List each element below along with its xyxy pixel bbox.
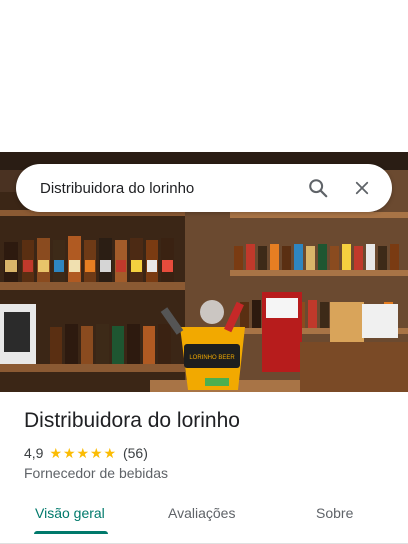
star-icon: ★ xyxy=(76,445,90,461)
search-icon[interactable] xyxy=(296,164,340,212)
tab-overview[interactable]: Visão geral xyxy=(35,505,105,521)
star-icon: ★ xyxy=(49,445,63,461)
bucket-label: LORINHO BEER xyxy=(189,355,235,361)
search-bar[interactable]: Distribuidora do lorinho xyxy=(16,164,392,212)
place-title: Distribuidora do lorinho xyxy=(24,409,240,432)
place-tabs: Visão geral Avaliações Sobre xyxy=(0,502,408,544)
rating-stars: ★ ★ ★ ★ ★ xyxy=(49,446,117,460)
star-icon: ★ xyxy=(62,445,76,461)
search-input[interactable]: Distribuidora do lorinho xyxy=(16,180,296,197)
active-tab-indicator xyxy=(34,531,108,534)
tab-reviews[interactable]: Avaliações xyxy=(168,505,235,521)
map-area-blank xyxy=(0,0,408,152)
star-icon: ★ xyxy=(89,445,103,461)
star-icon: ★ xyxy=(103,445,117,461)
rating-row[interactable]: 4,9 ★ ★ ★ ★ ★ (56) xyxy=(24,445,148,461)
place-category: Fornecedor de bebidas xyxy=(24,465,168,481)
tab-about[interactable]: Sobre xyxy=(316,505,353,521)
close-icon[interactable] xyxy=(340,164,384,212)
rating-value: 4,9 xyxy=(24,445,44,461)
review-count: (56) xyxy=(122,445,148,461)
